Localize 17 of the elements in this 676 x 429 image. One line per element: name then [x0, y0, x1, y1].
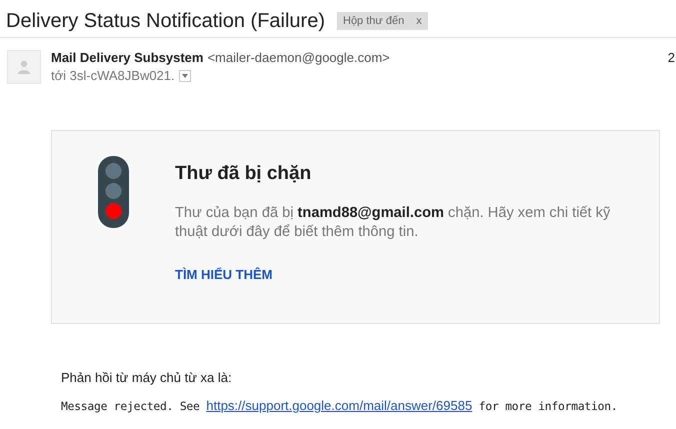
notice-text: Thư của bạn đã bị tnamd88@gmail.com chặn. Hãy xem chi tiết kỹ thuật dưới đây để biết thêm thông tin. [175, 204, 612, 242]
recipient-text: tới 3sl-cWA8JBw021. [51, 68, 175, 83]
sender-address: <mailer-daemon@google.com> [207, 50, 390, 65]
learn-more-link[interactable]: TÌM HIỂU THÊM [175, 267, 637, 282]
label-name: Hộp thư đến [343, 15, 404, 27]
server-message: Message rejected. See https://support.google.com/mail/answer/69585 for more information. [61, 398, 618, 413]
time-text: 2 [668, 50, 675, 65]
reply-intro: Phản hồi từ máy chủ từ xa là: [61, 370, 233, 385]
details-dropdown[interactable] [178, 70, 191, 82]
support-link[interactable]: https://support.google.com/mail/answer/69585 [206, 398, 472, 413]
caret-icon [182, 74, 188, 78]
notice-title: Thư đã bị chặn [175, 163, 312, 185]
sender-name: Mail Delivery Subsystem [51, 50, 204, 65]
remove-label-button[interactable]: x [416, 15, 422, 27]
traffic-light-icon [98, 156, 129, 228]
person-icon [17, 60, 31, 74]
email-subject: Delivery Status Notification (Failure) [6, 10, 325, 32]
